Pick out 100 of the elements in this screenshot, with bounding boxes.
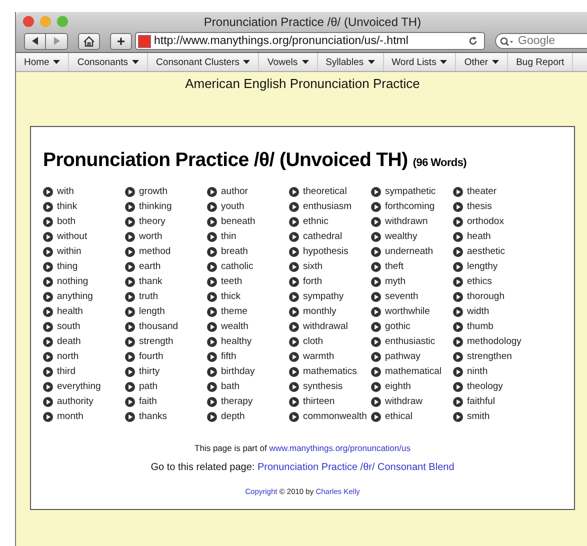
play-icon[interactable] [371, 202, 381, 212]
play-icon[interactable] [207, 336, 217, 346]
play-icon[interactable] [207, 202, 217, 212]
play-icon[interactable] [207, 216, 217, 226]
play-icon[interactable] [453, 232, 463, 242]
related-link[interactable]: Pronunciation Practice /θr/ Consonant Blend [257, 462, 454, 473]
nav-menu-item[interactable]: Bug Report [508, 53, 574, 71]
play-icon[interactable] [453, 246, 463, 256]
play-icon[interactable] [453, 322, 463, 332]
play-icon[interactable] [289, 216, 299, 226]
play-icon[interactable] [125, 246, 135, 256]
play-icon[interactable] [371, 322, 381, 332]
play-icon[interactable] [125, 412, 135, 422]
play-icon[interactable] [125, 276, 135, 286]
play-icon[interactable] [289, 276, 299, 286]
nav-menu-item[interactable]: Home [16, 53, 70, 71]
play-icon[interactable] [453, 366, 463, 376]
play-icon[interactable] [453, 292, 463, 302]
play-icon[interactable] [453, 306, 463, 316]
play-icon[interactable] [43, 186, 53, 196]
play-icon[interactable] [207, 396, 217, 406]
play-icon[interactable] [453, 412, 463, 422]
play-icon[interactable] [453, 186, 463, 196]
play-icon[interactable] [453, 382, 463, 392]
play-icon[interactable] [207, 306, 217, 316]
play-icon[interactable] [207, 352, 217, 362]
play-icon[interactable] [207, 246, 217, 256]
reload-icon[interactable] [468, 36, 478, 46]
play-icon[interactable] [453, 216, 463, 226]
play-icon[interactable] [371, 186, 381, 196]
play-icon[interactable] [371, 366, 381, 376]
play-icon[interactable] [453, 396, 463, 406]
play-icon[interactable] [43, 382, 53, 392]
play-icon[interactable] [453, 276, 463, 286]
play-icon[interactable] [453, 202, 463, 212]
nav-menu-item[interactable]: Word Lists [384, 53, 456, 71]
play-icon[interactable] [371, 276, 381, 286]
play-icon[interactable] [371, 336, 381, 346]
play-icon[interactable] [43, 412, 53, 422]
search-field[interactable]: Google [495, 33, 587, 49]
play-icon[interactable] [43, 306, 53, 316]
nav-menu-item[interactable]: Syllables [318, 53, 384, 71]
play-icon[interactable] [125, 352, 135, 362]
play-icon[interactable] [289, 186, 299, 196]
nav-menu-item[interactable]: Other [456, 53, 508, 71]
play-icon[interactable] [43, 246, 53, 256]
back-button[interactable] [24, 32, 46, 50]
play-icon[interactable] [125, 186, 135, 196]
play-icon[interactable] [453, 352, 463, 362]
site-link[interactable]: www.manythings.org/pronuncation/us [269, 443, 410, 453]
play-icon[interactable] [371, 292, 381, 302]
play-icon[interactable] [289, 336, 299, 346]
play-icon[interactable] [125, 216, 135, 226]
play-icon[interactable] [43, 366, 53, 376]
play-icon[interactable] [371, 232, 381, 242]
nav-menu-item[interactable]: Vowels [259, 53, 318, 71]
play-icon[interactable] [207, 412, 217, 422]
play-icon[interactable] [43, 322, 53, 332]
play-icon[interactable] [371, 216, 381, 226]
add-bookmark-button[interactable]: + [110, 32, 132, 50]
play-icon[interactable] [43, 396, 53, 406]
forward-button[interactable] [46, 32, 68, 50]
play-icon[interactable] [371, 352, 381, 362]
nav-menu-item[interactable]: Consonants [69, 53, 148, 71]
play-icon[interactable] [371, 382, 381, 392]
play-icon[interactable] [207, 262, 217, 272]
play-icon[interactable] [289, 232, 299, 242]
address-field[interactable]: http://www.manythings.org/pronunciation/us/-.html [135, 32, 485, 50]
play-icon[interactable] [371, 306, 381, 316]
play-icon[interactable] [453, 336, 463, 346]
play-icon[interactable] [207, 322, 217, 332]
play-icon[interactable] [43, 276, 53, 286]
play-icon[interactable] [125, 336, 135, 346]
play-icon[interactable] [207, 232, 217, 242]
play-icon[interactable] [207, 366, 217, 376]
play-icon[interactable] [371, 246, 381, 256]
play-icon[interactable] [371, 412, 381, 422]
play-icon[interactable] [289, 292, 299, 302]
play-icon[interactable] [207, 276, 217, 286]
play-icon[interactable] [207, 186, 217, 196]
play-icon[interactable] [43, 292, 53, 302]
play-icon[interactable] [371, 396, 381, 406]
play-icon[interactable] [207, 292, 217, 302]
close-icon[interactable] [23, 16, 34, 27]
nav-menu-item[interactable]: Consonant Clusters [148, 53, 260, 71]
play-icon[interactable] [289, 322, 299, 332]
play-icon[interactable] [125, 292, 135, 302]
play-icon[interactable] [125, 382, 135, 392]
play-icon[interactable] [289, 412, 299, 422]
play-icon[interactable] [125, 322, 135, 332]
play-icon[interactable] [289, 352, 299, 362]
play-icon[interactable] [43, 352, 53, 362]
play-icon[interactable] [43, 202, 53, 212]
play-icon[interactable] [125, 232, 135, 242]
play-icon[interactable] [289, 382, 299, 392]
play-icon[interactable] [289, 396, 299, 406]
play-icon[interactable] [289, 306, 299, 316]
play-icon[interactable] [125, 202, 135, 212]
play-icon[interactable] [289, 246, 299, 256]
play-icon[interactable] [43, 232, 53, 242]
